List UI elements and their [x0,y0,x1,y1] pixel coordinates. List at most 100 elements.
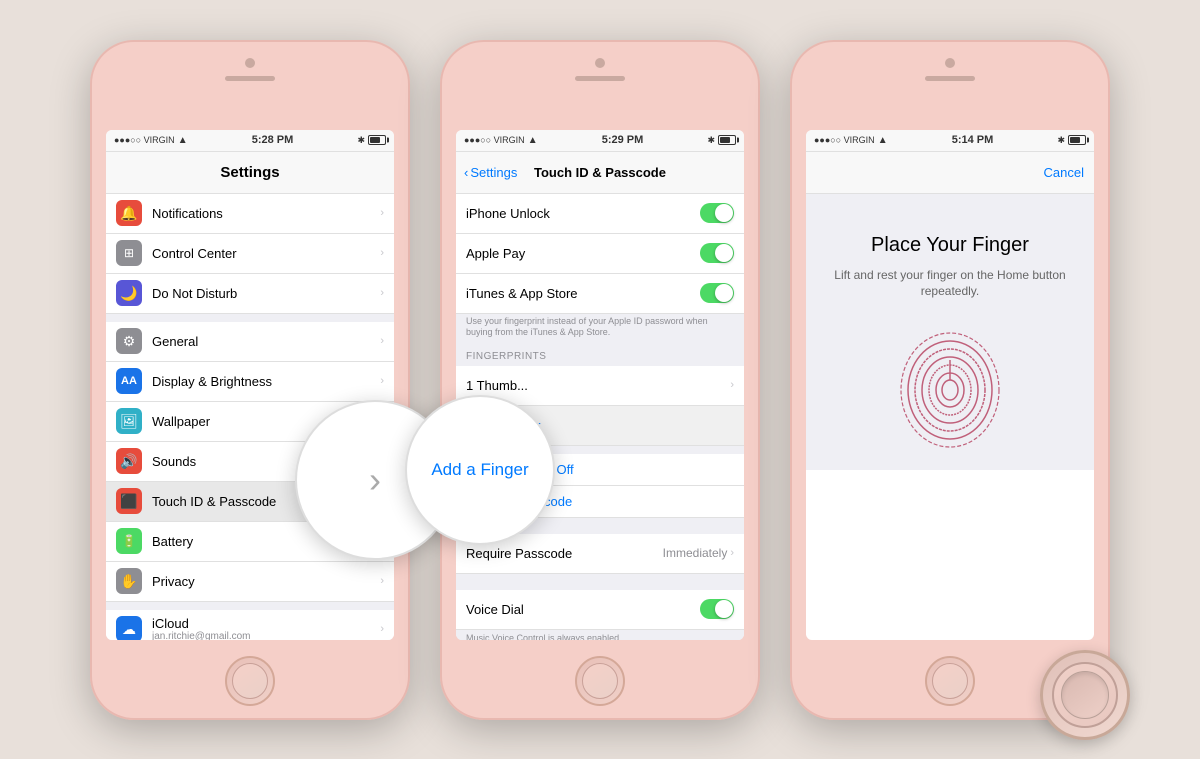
zoom-chevron-1: › [369,459,381,501]
screen-2: ●●●○○ VIRGIN ▲ 5:29 PM ✱ ‹ Settings Touc… [456,130,744,640]
fingerprint-svg [890,330,1010,450]
phone-2: ●●●○○ VIRGIN ▲ 5:29 PM ✱ ‹ Settings Touc… [440,40,760,720]
iphone-unlock-row[interactable]: iPhone Unlock [456,194,744,234]
section-break-2 [106,602,394,610]
phone-1: ●●●○○ VIRGIN ▲ 5:28 PM ✱ Settings 🔔 Noti… [90,40,410,720]
battery-icon-2 [718,135,736,145]
itunes-toggle[interactable] [700,283,734,303]
apple-pay-label: Apple Pay [466,246,690,261]
settings-dnd[interactable]: 🌙 Do Not Disturb › [106,274,394,314]
place-finger-content: Place Your Finger Lift and rest your fin… [806,194,1094,471]
fingerprint-graphic [890,330,1010,450]
wifi-icon-1: ▲ [178,135,188,146]
chevron-privacy: › [380,575,384,587]
require-value: Immediately [663,546,728,560]
section-break-1 [106,314,394,322]
nav-title-2: Touch ID & Passcode [534,165,666,180]
require-chevron: › [730,547,734,559]
cancel-label-3: Cancel [1044,165,1084,180]
chevron-notifications: › [380,207,384,219]
carrier-1: ●●●○○ VIRGIN [114,135,175,145]
voice-label: Voice Dial [466,602,700,617]
camera-2 [595,58,605,68]
home-button-inner-1 [232,663,268,699]
display-icon: AA [116,368,142,394]
home-zoom-inner [1052,662,1118,728]
privacy-icon: ✋ [116,568,142,594]
iphone-unlock-toggle[interactable] [700,203,734,223]
nav-back-2[interactable]: ‹ Settings [464,165,517,180]
time-1: 5:28 PM [252,134,294,146]
battery-settings-icon: 🔋 [116,528,142,554]
apple-pay-toggle[interactable] [700,243,734,263]
settings-display[interactable]: AA Display & Brightness › [106,362,394,402]
nav-bar-3: Cancel [806,152,1094,194]
home-button-1[interactable] [225,656,275,706]
speaker-3 [925,76,975,81]
place-finger-title: Place Your Finger [871,234,1029,257]
phone-top-2 [440,40,760,128]
zoom-circle-2: Add a Finger [405,395,555,545]
bt-icon-3: ✱ [1057,135,1065,146]
phone-3: ●●●○○ VIRGIN ▲ 5:14 PM ✱ Cancel Place Yo… [790,40,1110,720]
status-bar-1: ●●●○○ VIRGIN ▲ 5:28 PM ✱ [106,130,394,152]
home-zoom-3[interactable] [1040,650,1130,740]
home-button-3[interactable] [925,656,975,706]
sounds-icon: 🔊 [116,448,142,474]
nav-bar-2: ‹ Settings Touch ID & Passcode [456,152,744,194]
place-finger-subtitle: Lift and rest your finger on the Home bu… [821,267,1079,301]
settings-control-center[interactable]: ⊞ Control Center › [106,234,394,274]
camera-1 [245,58,255,68]
fingerprints-section: FINGERPRINTS [456,343,744,366]
voice-toggle[interactable] [700,599,734,619]
iphone-unlock-label: iPhone Unlock [466,206,690,221]
apple-pay-row[interactable]: Apple Pay [456,234,744,274]
screen-3: ●●●○○ VIRGIN ▲ 5:14 PM ✱ Cancel Place Yo… [806,130,1094,640]
wifi-icon-3: ▲ [878,135,888,146]
control-center-label: Control Center [152,246,370,261]
carrier-3: ●●●○○ VIRGIN [814,135,875,145]
notifications-label: Notifications [152,206,370,221]
home-button-2[interactable] [575,656,625,706]
display-label: Display & Brightness [152,374,370,389]
cancel-btn-3[interactable]: Cancel [1044,165,1084,180]
phone-bottom-2 [440,632,760,720]
wifi-icon-2: ▲ [528,135,538,146]
require-label: Require Passcode [466,546,663,561]
itunes-store-label: iTunes & App Store [466,286,690,301]
chevron-dnd: › [380,287,384,299]
chevron-display: › [380,375,384,387]
icloud-label: iCloud [152,616,370,631]
settings-privacy[interactable]: ✋ Privacy › [106,562,394,602]
time-2: 5:29 PM [602,134,644,146]
settings-general[interactable]: ⚙ General › [106,322,394,362]
notifications-icon: 🔔 [116,200,142,226]
home-button-inner-2 [582,663,618,699]
back-chevron-2: ‹ [464,165,468,180]
itunes-row[interactable]: iTunes & App Store [456,274,744,314]
thumb-label: 1 Thumb... [466,378,720,393]
phone-bottom-1 [90,632,410,720]
camera-3 [945,58,955,68]
break-require [456,574,744,582]
bt-icon-2: ✱ [707,135,715,146]
back-label-2: Settings [470,165,517,180]
nav-title-1: Settings [220,164,279,181]
time-3: 5:14 PM [952,134,994,146]
general-label: General [152,334,370,349]
control-center-icon: ⊞ [116,240,142,266]
status-bar-2: ●●●○○ VIRGIN ▲ 5:29 PM ✱ [456,130,744,152]
home-zoom-button [1061,671,1109,719]
settings-notifications[interactable]: 🔔 Notifications › [106,194,394,234]
speaker-2 [575,76,625,81]
add-finger-zoom: Add a Finger [421,450,538,490]
battery-icon-1 [368,135,386,145]
chevron-cc: › [380,247,384,259]
voice-dial-row[interactable]: Voice Dial [456,590,744,630]
chevron-general: › [380,335,384,347]
privacy-label: Privacy [152,574,370,589]
screen-1: ●●●○○ VIRGIN ▲ 5:28 PM ✱ Settings 🔔 Noti… [106,130,394,640]
phone-top-3 [790,40,1110,128]
nav-bar-1: Settings [106,152,394,194]
carrier-2: ●●●○○ VIRGIN [464,135,525,145]
